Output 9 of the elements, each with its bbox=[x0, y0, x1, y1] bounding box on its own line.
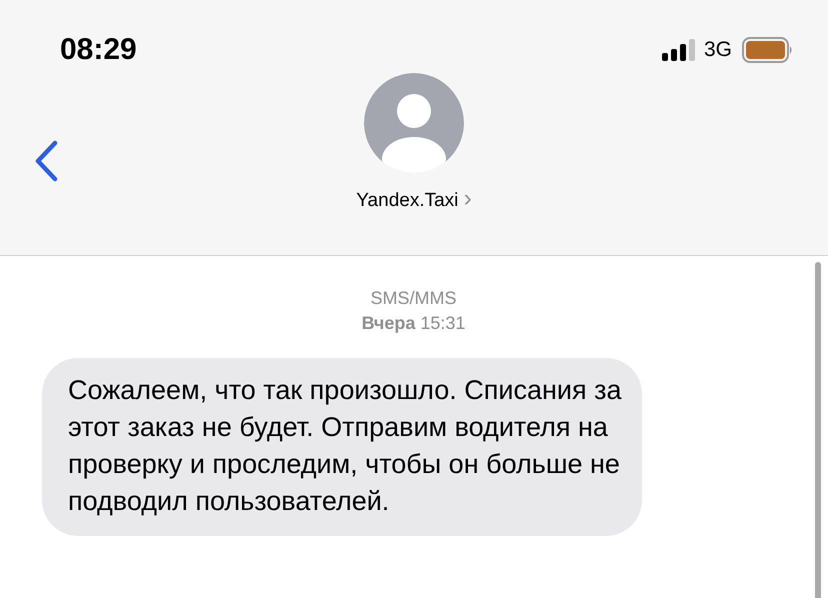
back-icon[interactable] bbox=[33, 140, 59, 182]
service-label: SMS/MMS bbox=[370, 287, 456, 310]
network-type: 3G bbox=[704, 38, 732, 62]
clock-time: 08:29 bbox=[60, 33, 137, 67]
signal-icon bbox=[662, 39, 698, 61]
contact-name[interactable]: Yandex.Taxi › bbox=[356, 185, 472, 213]
message-bubble: Сожалеем, что так произошло. Списания за этот заказ не будет. Отправим водителя на проверку и проследим, чтобы он больше не подводил пользователей. bbox=[42, 358, 642, 536]
battery-icon bbox=[742, 37, 794, 63]
message-timestamp: Вчера 15:31 bbox=[362, 312, 466, 335]
